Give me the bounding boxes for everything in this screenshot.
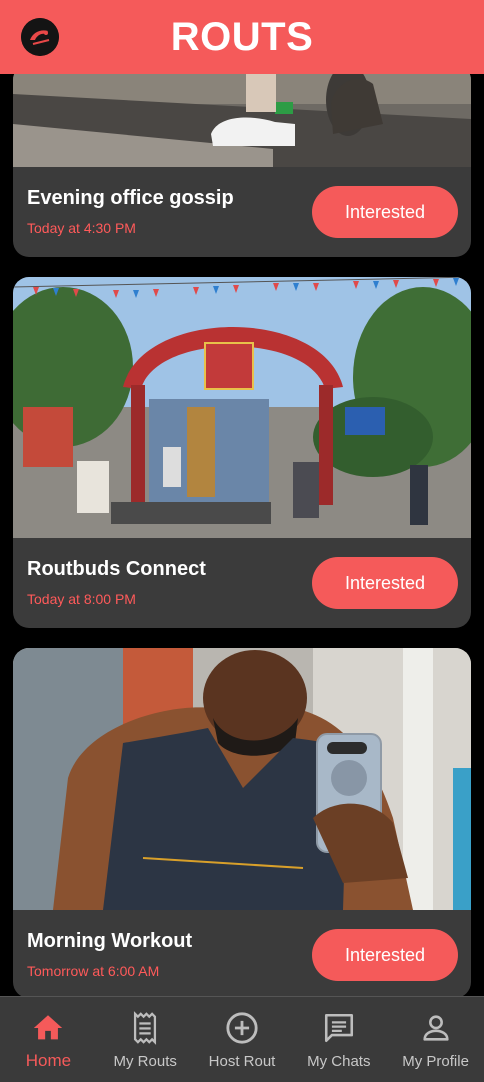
interested-button[interactable]: Interested [312, 186, 458, 238]
nav-label: My Chats [307, 1053, 371, 1070]
event-card[interactable]: Morning Workout Tomorrow at 6:00 AM Inte… [13, 648, 471, 996]
app-logo[interactable] [21, 18, 59, 56]
event-time: Today at 8:00 PM [27, 591, 136, 607]
nav-label: My Profile [402, 1053, 469, 1070]
event-info: Evening office gossip Today at 4:30 PM I… [13, 167, 471, 257]
event-title: Routbuds Connect [27, 558, 206, 580]
event-title: Evening office gossip [27, 187, 234, 209]
page-title: ROUTS [170, 14, 314, 59]
event-photo [13, 277, 471, 538]
event-time: Today at 4:30 PM [27, 220, 136, 236]
receipt-icon [134, 1011, 157, 1045]
event-card[interactable]: Evening office gossip Today at 4:30 PM I… [13, 74, 471, 257]
event-photo [13, 648, 471, 910]
nav-my-profile[interactable]: My Profile [387, 997, 484, 1082]
event-photo [13, 74, 471, 167]
home-icon [34, 1015, 63, 1040]
nav-label: Host Rout [208, 1053, 276, 1070]
interested-button[interactable]: Interested [312, 929, 458, 981]
nav-my-chats[interactable]: My Chats [290, 997, 387, 1082]
nav-label: My Routs [113, 1053, 177, 1070]
event-feed[interactable]: Evening office gossip Today at 4:30 PM I… [0, 74, 484, 996]
event-title: Morning Workout [27, 930, 193, 952]
chat-icon [324, 1013, 353, 1043]
nav-my-routs[interactable]: My Routs [97, 997, 194, 1082]
person-icon [422, 1015, 449, 1041]
interested-button[interactable]: Interested [312, 557, 458, 609]
event-time: Tomorrow at 6:00 AM [27, 963, 160, 979]
nav-label: Home [25, 1051, 72, 1070]
nav-home[interactable]: Home [0, 997, 97, 1082]
event-info: Routbuds Connect Today at 8:00 PM Intere… [13, 538, 471, 628]
app-header: ROUTS [0, 0, 484, 74]
event-info: Morning Workout Tomorrow at 6:00 AM Inte… [13, 910, 471, 996]
add-circle-icon [226, 1012, 258, 1044]
event-card[interactable]: Routbuds Connect Today at 8:00 PM Intere… [13, 277, 471, 628]
bottom-navigation: Home My Routs Host Rout My Chats My Prof… [0, 996, 484, 1082]
nav-host-rout[interactable]: Host Rout [194, 997, 291, 1082]
